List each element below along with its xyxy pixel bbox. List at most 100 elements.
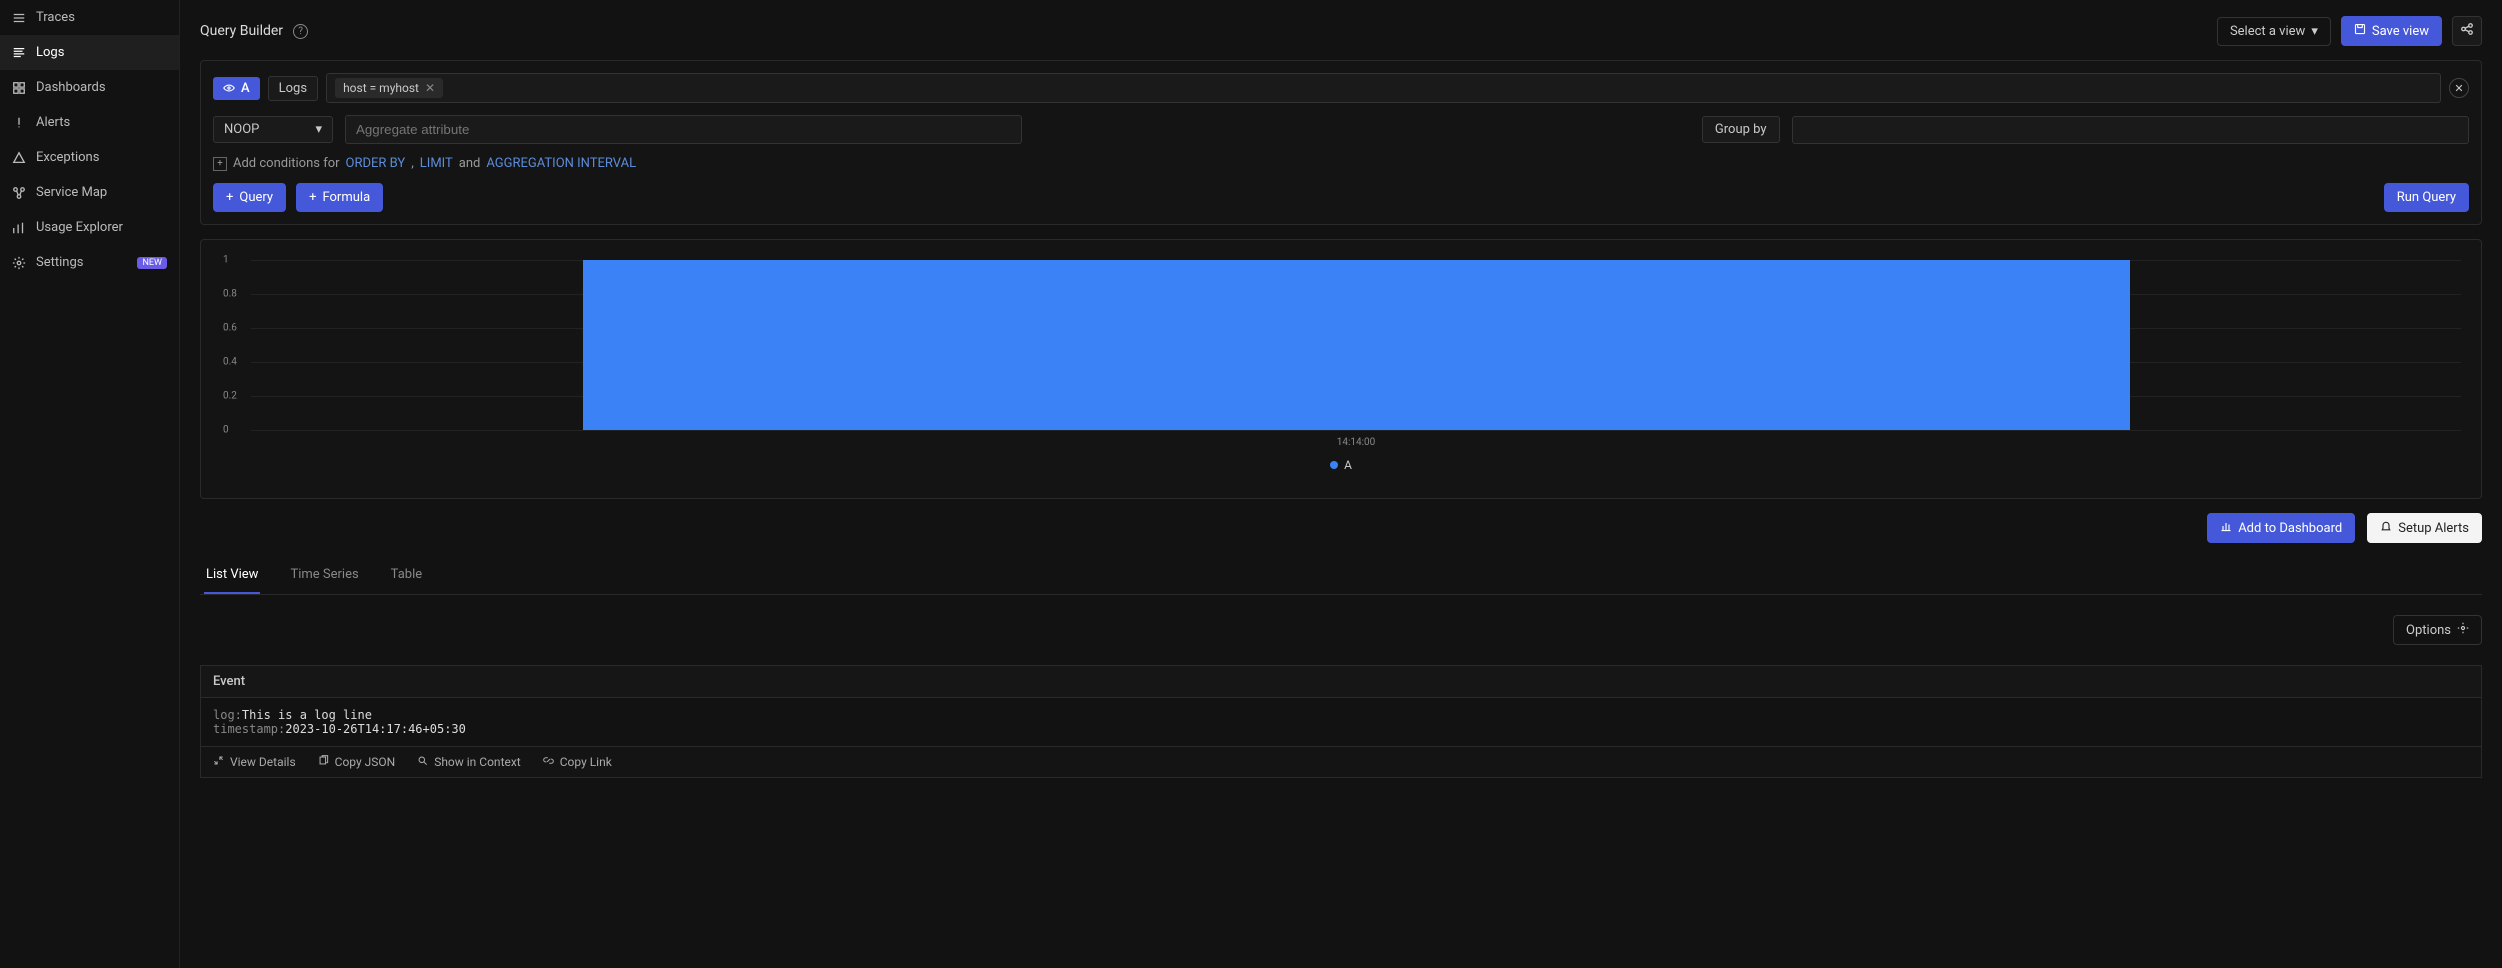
sidebar-item-traces[interactable]: Traces — [0, 0, 179, 35]
chevron-down-icon: ▾ — [315, 122, 322, 137]
tab-list-view[interactable]: List View — [204, 557, 260, 594]
chart-legend: A — [221, 458, 2461, 472]
timestamp-value: 2023-10-26T14:17:46+05:30 — [285, 722, 466, 736]
eye-icon — [223, 82, 235, 94]
expand-conditions-icon[interactable]: + — [213, 157, 227, 171]
groupby-input[interactable] — [1792, 116, 2469, 144]
add-query-button[interactable]: + Query — [213, 183, 286, 212]
conditions-row: + Add conditions for ORDER BY , LIMIT an… — [213, 156, 2469, 171]
y-tick: 1 — [223, 255, 229, 266]
y-tick: 0 — [223, 425, 229, 436]
source-label: Logs — [279, 81, 307, 96]
help-icon[interactable]: ? — [293, 24, 308, 39]
timestamp-key: timestamp: — [213, 722, 285, 736]
result-tabs: List View Time Series Table — [200, 557, 2482, 595]
filter-input[interactable]: host = myhost ✕ — [326, 73, 2441, 103]
source-select[interactable]: Logs — [268, 76, 318, 101]
add-formula-label: Formula — [322, 190, 370, 205]
setup-alerts-label: Setup Alerts — [2398, 521, 2469, 536]
save-view-label: Save view — [2372, 24, 2429, 39]
conditions-sep1: , — [411, 156, 414, 171]
legend-dot-icon — [1330, 461, 1338, 469]
sidebar-item-settings[interactable]: Settings NEW — [0, 245, 179, 280]
event-table: Event log:This is a log line timestamp:2… — [200, 665, 2482, 778]
log-row-actions: View Details Copy JSON Show in Context C… — [200, 746, 2482, 778]
traces-icon — [12, 11, 26, 25]
aggregate-attribute-input[interactable] — [345, 115, 1022, 144]
query-id-chip[interactable]: A — [213, 77, 260, 100]
groupby-label: Group by — [1702, 116, 1780, 143]
copy-json-label: Copy JSON — [335, 755, 396, 769]
orderby-link[interactable]: ORDER BY — [346, 156, 406, 171]
sidebar-item-label: Alerts — [36, 115, 70, 130]
view-details-label: View Details — [230, 755, 296, 769]
add-query-label: Query — [239, 190, 273, 205]
sidebar-item-service-map[interactable]: Service Map — [0, 175, 179, 210]
plus-icon: + — [309, 190, 316, 205]
clear-query-button[interactable]: ✕ — [2449, 78, 2469, 98]
query-panel: A Logs host = myhost ✕ ✕ NOOP ▾ Group by — [200, 60, 2482, 225]
bell-icon — [2380, 520, 2392, 536]
sidebar-item-label: Service Map — [36, 185, 107, 200]
sidebar-item-label: Traces — [36, 10, 75, 25]
run-query-button[interactable]: Run Query — [2384, 183, 2469, 212]
sidebar-item-label: Logs — [36, 45, 64, 60]
sidebar-item-logs[interactable]: Logs — [0, 35, 179, 70]
tab-time-series[interactable]: Time Series — [288, 557, 360, 594]
sidebar-item-alerts[interactable]: Alerts — [0, 105, 179, 140]
search-icon — [417, 755, 428, 769]
legend-label: A — [1344, 458, 1352, 472]
main-content: Query Builder ? Select a view ▾ Save vie… — [180, 0, 2502, 968]
query-id-label: A — [241, 81, 250, 96]
share-icon — [2460, 22, 2474, 40]
dashboards-icon — [12, 81, 26, 95]
copy-link-button[interactable]: Copy Link — [543, 755, 612, 769]
add-formula-button[interactable]: + Formula — [296, 183, 383, 212]
filter-chip: host = myhost ✕ — [335, 78, 443, 98]
aggregation-row: NOOP ▾ Group by — [213, 115, 2469, 144]
run-query-label: Run Query — [2397, 190, 2456, 205]
chart-bar[interactable] — [583, 260, 2130, 430]
expand-icon — [213, 755, 224, 769]
aggregation-interval-link[interactable]: AGGREGATION INTERVAL — [486, 156, 636, 171]
aggregate-fn-select[interactable]: NOOP ▾ — [213, 116, 333, 143]
plus-icon: + — [226, 190, 233, 205]
page-title: Query Builder — [200, 23, 283, 39]
conditions-and: and — [459, 156, 481, 171]
query-actions-row: + Query + Formula Run Query — [213, 183, 2469, 212]
sidebar: Traces Logs Dashboards Alerts Exceptions… — [0, 0, 180, 968]
chart-panel: 1 0.8 0.6 0.4 0.2 0 14:14:00 A — [200, 239, 2482, 499]
tab-table[interactable]: Table — [389, 557, 424, 594]
copy-json-button[interactable]: Copy JSON — [318, 755, 396, 769]
log-value: This is a log line — [242, 708, 372, 722]
y-tick: 0.6 — [223, 323, 237, 334]
show-in-context-button[interactable]: Show in Context — [417, 755, 521, 769]
table-row[interactable]: log:This is a log line timestamp:2023-10… — [200, 697, 2482, 746]
save-view-button[interactable]: Save view — [2341, 16, 2442, 46]
options-button[interactable]: Options — [2393, 615, 2482, 645]
remove-filter-icon[interactable]: ✕ — [425, 81, 435, 95]
page-header: Query Builder ? Select a view ▾ Save vie… — [200, 16, 2482, 46]
sidebar-item-usage-explorer[interactable]: Usage Explorer — [0, 210, 179, 245]
chart-area: 1 0.8 0.6 0.4 0.2 0 14:14:00 — [251, 260, 2461, 430]
gear-icon — [2457, 622, 2469, 638]
add-to-dashboard-button[interactable]: Add to Dashboard — [2207, 513, 2355, 543]
sidebar-item-label: Settings — [36, 255, 83, 270]
limit-link[interactable]: LIMIT — [420, 156, 453, 171]
chevron-down-icon: ▾ — [2311, 24, 2318, 39]
filter-chip-text: host = myhost — [343, 81, 419, 95]
options-label: Options — [2406, 623, 2451, 638]
options-row: Options — [200, 609, 2482, 651]
sidebar-item-label: Exceptions — [36, 150, 99, 165]
x-tick: 14:14:00 — [1337, 437, 1376, 448]
sidebar-item-dashboards[interactable]: Dashboards — [0, 70, 179, 105]
alerts-icon — [12, 116, 26, 130]
sidebar-item-exceptions[interactable]: Exceptions — [0, 140, 179, 175]
view-details-button[interactable]: View Details — [213, 755, 296, 769]
service-map-icon — [12, 186, 26, 200]
setup-alerts-button[interactable]: Setup Alerts — [2367, 513, 2482, 543]
select-view-dropdown[interactable]: Select a view ▾ — [2217, 17, 2331, 46]
usage-explorer-icon — [12, 221, 26, 235]
share-button[interactable] — [2452, 16, 2482, 46]
y-tick: 0.2 — [223, 391, 237, 402]
